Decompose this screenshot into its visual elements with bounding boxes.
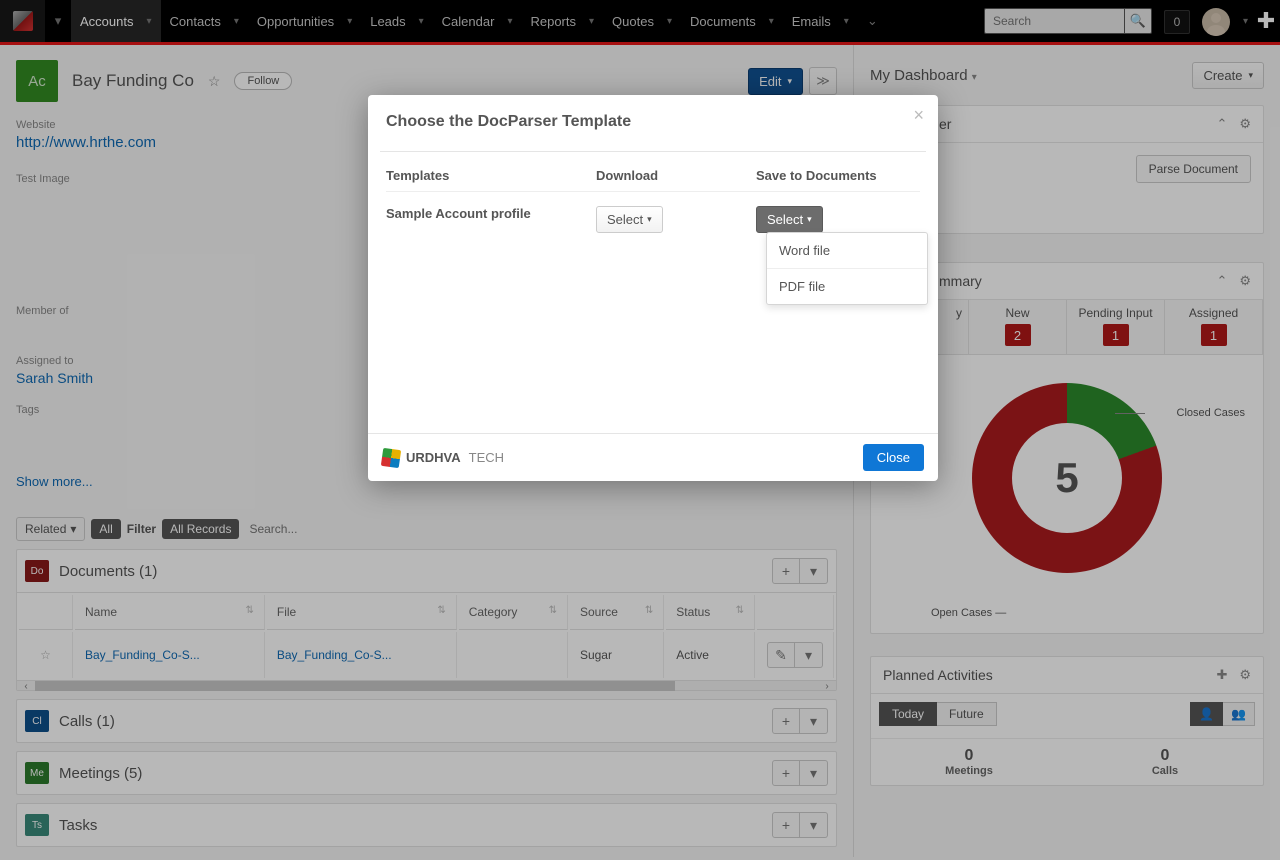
dropdown-item-word[interactable]: Word file	[767, 233, 927, 269]
vendor-logo-icon	[381, 447, 401, 467]
caret-down-icon: ▾	[647, 214, 652, 225]
caret-down-icon: ▾	[807, 214, 812, 225]
save-format-dropdown: Word file PDF file	[766, 232, 928, 305]
modal-title: Choose the DocParser Template	[386, 113, 920, 131]
modal-col-save: Save to Documents	[756, 168, 920, 183]
close-icon: ×	[913, 105, 924, 125]
modal-close-x[interactable]: ×	[913, 105, 924, 126]
modal-close-button[interactable]: Close	[863, 444, 924, 471]
template-name: Sample Account profile	[386, 206, 596, 221]
dropdown-item-pdf[interactable]: PDF file	[767, 269, 927, 304]
save-select-button[interactable]: Select▾	[756, 206, 823, 233]
modal-col-templates: Templates	[386, 168, 596, 183]
vendor-brand: URDHVATECH	[382, 449, 504, 467]
download-select-button[interactable]: Select▾	[596, 206, 663, 233]
modal-col-download: Download	[596, 168, 756, 183]
